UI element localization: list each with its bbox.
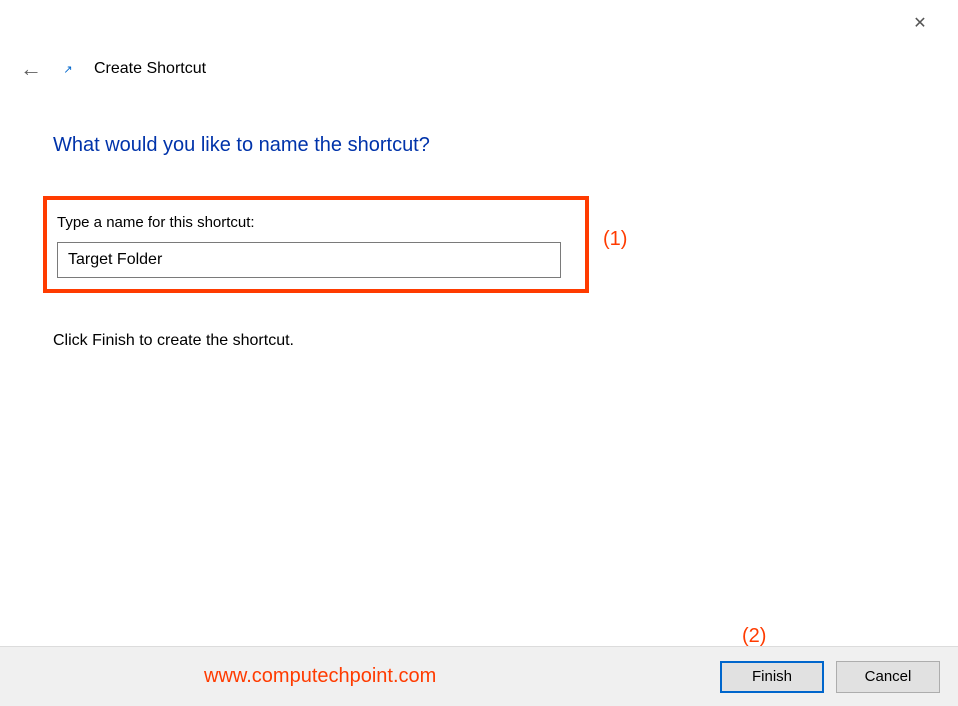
- watermark-text: www.computechpoint.com: [204, 665, 436, 688]
- shortcut-overlay-icon: ↗: [60, 61, 76, 77]
- name-field-label: Type a name for this shortcut:: [57, 214, 255, 231]
- instruction-text: Click Finish to create the shortcut.: [53, 332, 294, 350]
- close-icon[interactable]: ✕: [900, 8, 940, 38]
- back-arrow-icon[interactable]: ←: [20, 56, 42, 82]
- dialog-title: Create Shortcut: [94, 60, 206, 78]
- finish-button[interactable]: Finish: [720, 661, 824, 693]
- close-glyph: ✕: [913, 13, 926, 33]
- annotation-label-1: (1): [603, 228, 627, 251]
- dialog-footer: www.computechpoint.com Finish Cancel: [0, 646, 958, 706]
- cancel-button[interactable]: Cancel: [836, 661, 940, 693]
- page-heading: What would you like to name the shortcut…: [53, 134, 430, 157]
- shortcut-name-input[interactable]: [57, 242, 561, 278]
- dialog-header: ← ↗ Create Shortcut: [20, 56, 206, 82]
- annotation-label-2: (2): [742, 625, 766, 648]
